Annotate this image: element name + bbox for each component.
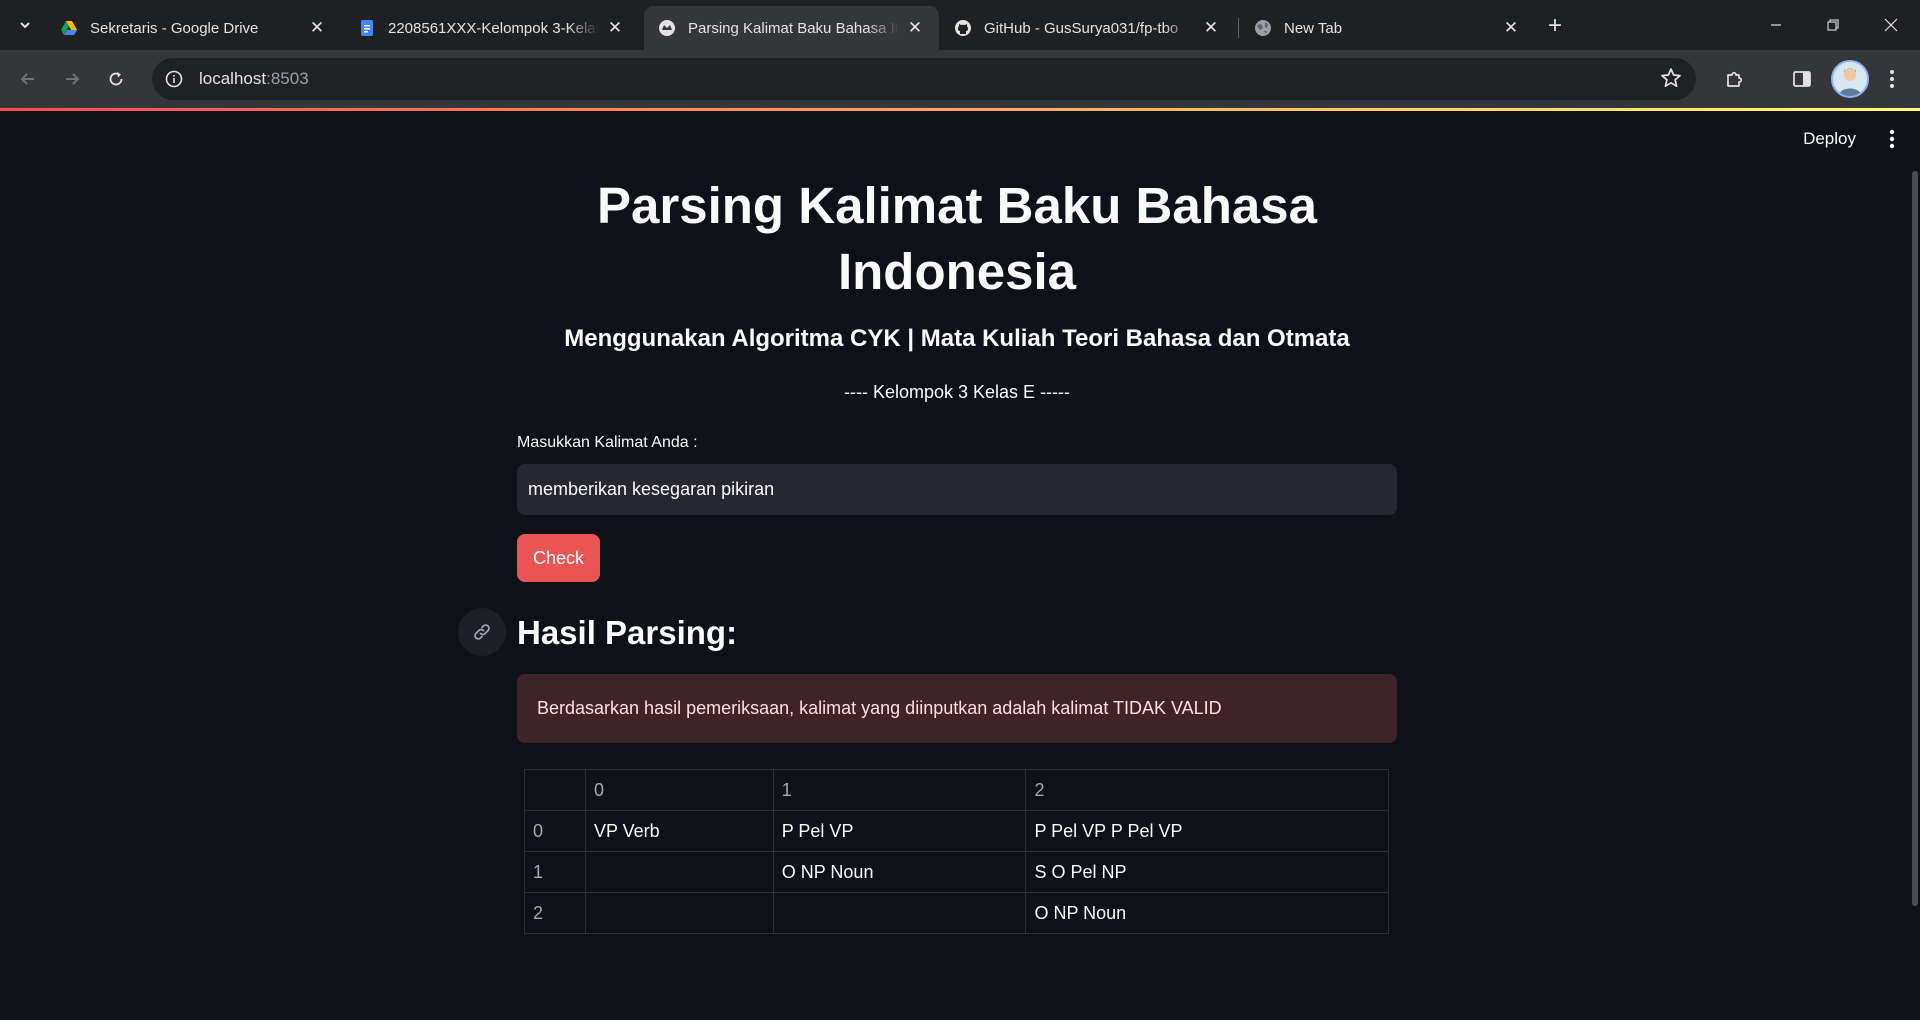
scrollbar[interactable] (1912, 171, 1918, 906)
table-row: 0 VP Verb P Pel VP P Pel VP P Pel VP (524, 810, 1389, 852)
error-alert: Berdasarkan hasil pemeriksaan, kalimat y… (517, 674, 1397, 743)
tab-title: Parsing Kalimat Baku Bahasa Indonesia (688, 19, 899, 37)
close-icon (1884, 18, 1898, 32)
column-header[interactable]: 2 (1025, 769, 1389, 811)
address-bar[interactable]: localhost:8503 (152, 58, 1696, 100)
deploy-button[interactable]: Deploy (1803, 129, 1856, 149)
sentence-input-label: Masukkan Kalimat Anda : (517, 434, 698, 451)
more-vert-icon (1889, 129, 1895, 149)
table-header-row: 0 1 2 (524, 769, 1389, 811)
puzzle-icon (1727, 71, 1743, 87)
page-subtitle: Menggunakan Algoritma CYK | Mata Kuliah … (564, 325, 1350, 352)
table-cell[interactable]: P Pel VP P Pel VP (1025, 810, 1389, 852)
app-header: Deploy (1803, 111, 1920, 167)
result-heading: Hasil Parsing: (517, 614, 738, 651)
browser-toolbar: localhost:8503 (0, 50, 1920, 108)
column-header[interactable]: 1 (772, 769, 1027, 811)
row-index: 0 (524, 810, 586, 852)
table-row: 1 O NP Noun S O Pel NP (524, 851, 1389, 893)
close-window-button[interactable] (1868, 0, 1914, 50)
tab-title: GitHub - GusSurya031/fp-tbo (984, 19, 1179, 37)
streamlit-icon (659, 20, 675, 36)
arrow-right-icon (66, 73, 80, 85)
avatar-icon (1839, 68, 1861, 96)
globe-icon (1255, 20, 1271, 36)
table-cell[interactable] (772, 892, 1027, 934)
close-icon[interactable]: ✕ (1201, 18, 1221, 38)
tab-title: New Tab (1284, 19, 1343, 37)
heading-anchor-link[interactable] (458, 608, 506, 656)
sentence-input[interactable] (517, 464, 1397, 515)
url-host: localhost (199, 69, 267, 88)
new-tab-button[interactable]: + (1541, 12, 1569, 40)
site-info-button[interactable] (157, 62, 191, 96)
reload-icon (109, 72, 123, 86)
close-icon[interactable]: ✕ (905, 18, 925, 38)
table-cell[interactable]: P Pel VP (772, 810, 1027, 852)
browser-tab-google-drive[interactable]: Sekretaris - Google Drive ✕ (46, 6, 341, 50)
tab-search-button[interactable] (10, 10, 40, 40)
url-port: :8503 (266, 69, 309, 88)
close-icon[interactable]: ✕ (1501, 18, 1521, 38)
info-icon (165, 70, 183, 88)
minimize-window-button[interactable] (1753, 0, 1799, 50)
close-icon[interactable]: ✕ (307, 18, 327, 38)
side-panel-icon (1793, 71, 1811, 87)
close-icon[interactable]: ✕ (605, 18, 625, 38)
link-icon (474, 624, 490, 640)
row-index: 2 (524, 892, 586, 934)
tab-separator (1238, 18, 1239, 38)
browser-tab-github[interactable]: GitHub - GusSurya031/fp-tbo ✕ (940, 6, 1235, 50)
column-header[interactable] (524, 769, 586, 811)
forward-button[interactable] (56, 63, 88, 95)
back-button[interactable] (12, 63, 44, 95)
side-panel-button[interactable] (1786, 63, 1818, 95)
table-cell[interactable]: O NP Noun (772, 851, 1027, 893)
url-text: localhost:8503 (199, 69, 309, 89)
browser-menu-button[interactable] (1876, 63, 1908, 95)
alert-text: Berdasarkan hasil pemeriksaan, kalimat y… (537, 698, 1222, 718)
column-header[interactable]: 0 (584, 769, 774, 811)
browser-tab-streamlit-app[interactable]: Parsing Kalimat Baku Bahasa Indonesia ✕ (644, 6, 939, 50)
tab-title: 2208561XXX-Kelompok 3-Kelas (388, 19, 599, 37)
profile-avatar[interactable] (1831, 60, 1869, 98)
main-menu-button[interactable] (1880, 127, 1904, 151)
star-icon (1661, 68, 1681, 88)
bookmark-button[interactable] (1660, 67, 1682, 94)
table-cell[interactable] (584, 892, 774, 934)
table-cell[interactable]: O NP Noun (1025, 892, 1389, 934)
browser-tab-new-tab[interactable]: New Tab ✕ (1240, 6, 1535, 50)
team-caption: ---- Kelompok 3 Kelas E ----- (843, 382, 1071, 402)
github-icon (955, 20, 971, 36)
table-cell[interactable]: S O Pel NP (1025, 851, 1389, 893)
table-cell[interactable]: VP Verb (584, 810, 774, 852)
app-main: Deploy Parsing Kalimat Baku Bahasa Indon… (0, 111, 1920, 1020)
cyk-table: 0 1 2 0 VP Verb P Pel VP P Pel VP P Pel … (524, 769, 1389, 934)
table-cell[interactable] (584, 851, 774, 893)
browser-tab-google-docs[interactable]: 2208561XXX-Kelompok 3-Kelas ✕ (344, 6, 639, 50)
tab-title: Sekretaris - Google Drive (90, 19, 259, 37)
reload-button[interactable] (100, 63, 132, 95)
row-index: 1 (524, 851, 586, 893)
restore-icon (1827, 19, 1839, 31)
table-row: 2 O NP Noun (524, 892, 1389, 934)
browser-tab-strip: Sekretaris - Google Drive ✕ 2208561XXX-K… (0, 0, 1920, 50)
minimize-icon (1771, 24, 1781, 26)
restore-window-button[interactable] (1810, 0, 1856, 50)
more-vert-icon (1890, 70, 1894, 88)
extensions-button[interactable] (1719, 63, 1751, 95)
page-title: Parsing Kalimat Baku Bahasa Indonesia (597, 177, 1317, 300)
chevron-down-icon (20, 22, 30, 29)
check-button[interactable]: Check (517, 534, 600, 582)
google-drive-icon (61, 21, 77, 35)
google-docs-icon (361, 20, 373, 36)
arrow-left-icon (20, 73, 34, 85)
